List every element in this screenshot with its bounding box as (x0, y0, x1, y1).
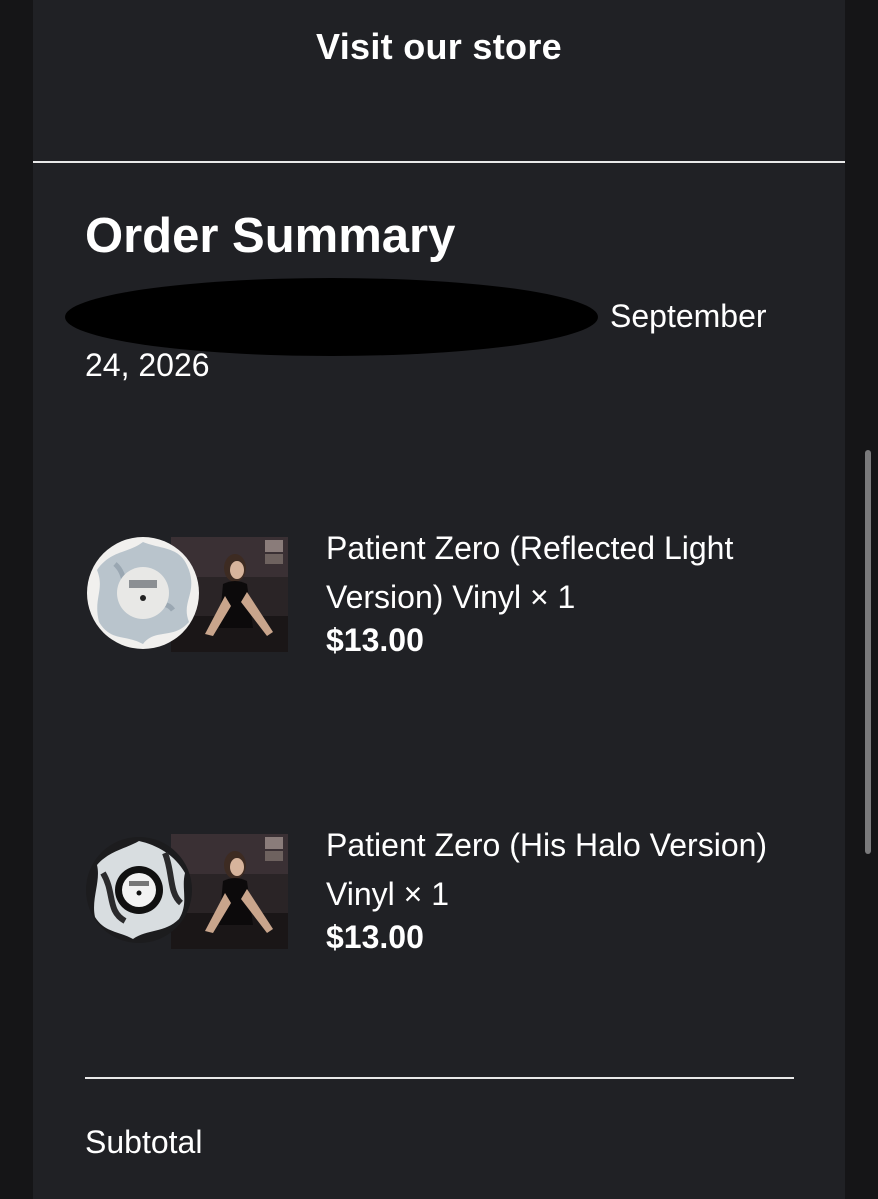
vinyl-product-thumbnail (86, 834, 288, 949)
vertical-scrollbar[interactable] (865, 450, 871, 854)
visit-store-link[interactable]: Visit our store (33, 26, 845, 68)
header-divider (33, 161, 845, 163)
vinyl-product-thumbnail (87, 537, 288, 652)
items-divider (85, 1077, 794, 1079)
item-price: $13.00 (326, 622, 424, 658)
item-price: $13.00 (326, 919, 424, 955)
item-name: Patient Zero (Reflected Light Version) V… (326, 530, 734, 615)
order-date-month: September (610, 298, 767, 334)
screen: Visit our store Order Summary September … (0, 0, 878, 1199)
order-summary-title: Order Summary (85, 209, 456, 263)
order-email-panel: Visit our store Order Summary September … (33, 0, 845, 1199)
redacted-order-number (65, 278, 598, 356)
subtotal-label: Subtotal (85, 1124, 203, 1160)
item-name: Patient Zero (His Halo Version) Vinyl × … (326, 827, 768, 912)
